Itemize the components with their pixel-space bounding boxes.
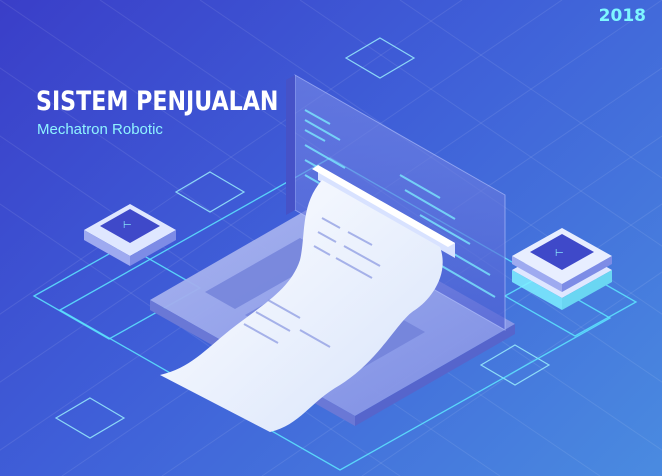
- banner-subtitle: Mechatron Robotic: [37, 121, 163, 138]
- banner-illustration: ⊢ ⊢ SISTEM PENJUALAN Mechatron Robotic 2…: [0, 0, 662, 476]
- server-chip-icon: ⊢: [512, 228, 612, 310]
- year-label: 2018: [598, 6, 646, 26]
- svg-text:⊢: ⊢: [123, 220, 132, 231]
- server-chip-icon: ⊢: [84, 204, 176, 266]
- banner-title: SISTEM PENJUALAN: [36, 86, 279, 117]
- illustration-art: ⊢ ⊢: [0, 0, 662, 476]
- svg-text:⊢: ⊢: [555, 248, 564, 259]
